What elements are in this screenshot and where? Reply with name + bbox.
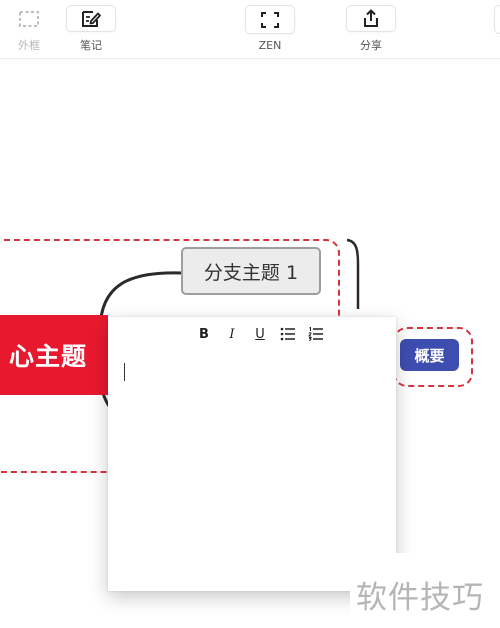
central-topic[interactable]: 心主题 bbox=[0, 315, 108, 395]
mindmap-canvas[interactable]: 心主题 分支主题 1 概要 B I U bbox=[0, 59, 500, 628]
share-label: 分享 bbox=[360, 39, 382, 52]
share-button[interactable] bbox=[346, 5, 396, 32]
boundary-tool[interactable]: 外框 bbox=[4, 5, 54, 53]
numbered-list-button[interactable] bbox=[308, 325, 324, 343]
zen-tool[interactable]: ZEN bbox=[245, 5, 295, 53]
boundary-label: 外框 bbox=[18, 39, 40, 52]
note-button[interactable] bbox=[66, 5, 116, 32]
italic-button[interactable]: I bbox=[224, 325, 240, 343]
text-caret bbox=[124, 363, 125, 381]
branch-topic[interactable]: 分支主题 1 bbox=[181, 247, 321, 295]
underline-button[interactable]: U bbox=[252, 325, 268, 343]
boundary-icon bbox=[19, 10, 39, 27]
share-icon bbox=[364, 8, 378, 27]
numbered-list-icon bbox=[308, 327, 323, 341]
central-topic-text: 心主题 bbox=[8, 342, 87, 371]
watermark-text: 软件技巧 bbox=[356, 580, 484, 616]
note-label: 笔记 bbox=[80, 39, 102, 52]
fullscreen-icon bbox=[261, 11, 279, 28]
zen-button[interactable] bbox=[245, 5, 295, 34]
bullet-list-button[interactable] bbox=[280, 325, 296, 343]
overflow-button[interactable] bbox=[494, 5, 500, 34]
note-format-toolbar: B I U bbox=[196, 323, 324, 345]
top-toolbar: 外框 笔记 ZEN 分享 bbox=[0, 0, 500, 59]
zen-label: ZEN bbox=[258, 39, 282, 52]
bullet-list-icon bbox=[280, 327, 295, 341]
note-tool[interactable]: 笔记 bbox=[66, 5, 116, 53]
share-tool[interactable]: 分享 bbox=[346, 5, 396, 53]
boundary-button[interactable] bbox=[4, 5, 54, 32]
note-editor-popup[interactable]: B I U bbox=[108, 317, 396, 591]
summary-topic[interactable]: 概要 bbox=[400, 339, 459, 371]
note-edit-icon bbox=[82, 10, 101, 27]
bold-button[interactable]: B bbox=[196, 325, 212, 343]
